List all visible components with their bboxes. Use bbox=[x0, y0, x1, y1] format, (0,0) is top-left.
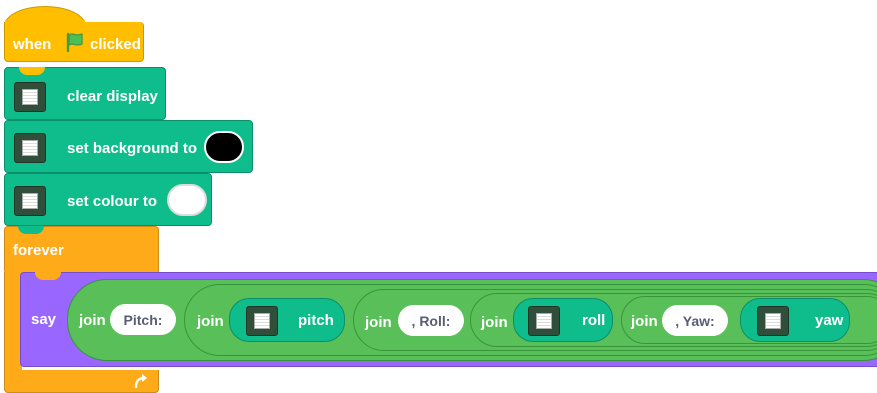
pitch-reporter[interactable]: pitch bbox=[229, 298, 345, 342]
sense-hat-icon bbox=[757, 306, 789, 336]
set-colour-block[interactable]: set colour to bbox=[4, 173, 212, 226]
join-block-pitch-value[interactable]: join pitch join , Roll: join roll join ,… bbox=[184, 284, 877, 356]
join-block-pitch-label[interactable]: join Pitch: join pitch join , Roll: join… bbox=[67, 279, 877, 361]
join-block-roll-label[interactable]: join , Roll: join roll join , Yaw: yaw bbox=[353, 289, 877, 351]
join-label: join bbox=[631, 313, 658, 330]
join-label: join bbox=[481, 314, 508, 331]
when-flag-clicked-block[interactable]: when clicked bbox=[4, 0, 144, 64]
when-label: when bbox=[13, 36, 52, 53]
yaw-reporter[interactable]: yaw bbox=[740, 298, 850, 342]
clicked-label: clicked bbox=[90, 36, 141, 53]
colour-picker[interactable] bbox=[167, 184, 207, 216]
sense-hat-icon bbox=[528, 306, 560, 336]
join-label: join bbox=[197, 313, 224, 330]
roll-reporter[interactable]: roll bbox=[513, 298, 613, 342]
say-label: say bbox=[31, 311, 57, 328]
text-field-yaw[interactable]: , Yaw: bbox=[662, 305, 728, 336]
roll-label: roll bbox=[582, 312, 606, 329]
join-block-yaw[interactable]: join , Yaw: yaw bbox=[621, 296, 877, 344]
green-flag-icon bbox=[66, 32, 83, 53]
clear-display-block[interactable]: clear display bbox=[4, 67, 166, 120]
sense-hat-icon bbox=[246, 306, 278, 336]
join-block-roll-value[interactable]: join roll join , Yaw: yaw bbox=[470, 293, 877, 347]
sense-hat-icon bbox=[14, 186, 46, 216]
join-label: join bbox=[365, 314, 392, 331]
pitch-label: pitch bbox=[298, 312, 334, 329]
set-background-label: set background to bbox=[67, 140, 198, 157]
sense-hat-icon bbox=[14, 133, 46, 163]
forever-label: forever bbox=[13, 242, 64, 259]
background-color-picker[interactable] bbox=[204, 131, 244, 163]
set-background-block[interactable]: set background to bbox=[4, 120, 253, 173]
yaw-label: yaw bbox=[815, 312, 844, 329]
sense-hat-icon bbox=[14, 82, 46, 112]
join-label: join bbox=[79, 312, 106, 329]
text-field-roll[interactable]: , Roll: bbox=[398, 305, 464, 336]
clear-display-label: clear display bbox=[67, 88, 158, 105]
set-colour-label: set colour to bbox=[67, 193, 158, 210]
loop-arrow-icon bbox=[134, 374, 147, 389]
text-field-pitch[interactable]: Pitch: bbox=[110, 304, 176, 335]
say-block[interactable]: say join Pitch: join pitch join , Roll: bbox=[20, 272, 877, 367]
